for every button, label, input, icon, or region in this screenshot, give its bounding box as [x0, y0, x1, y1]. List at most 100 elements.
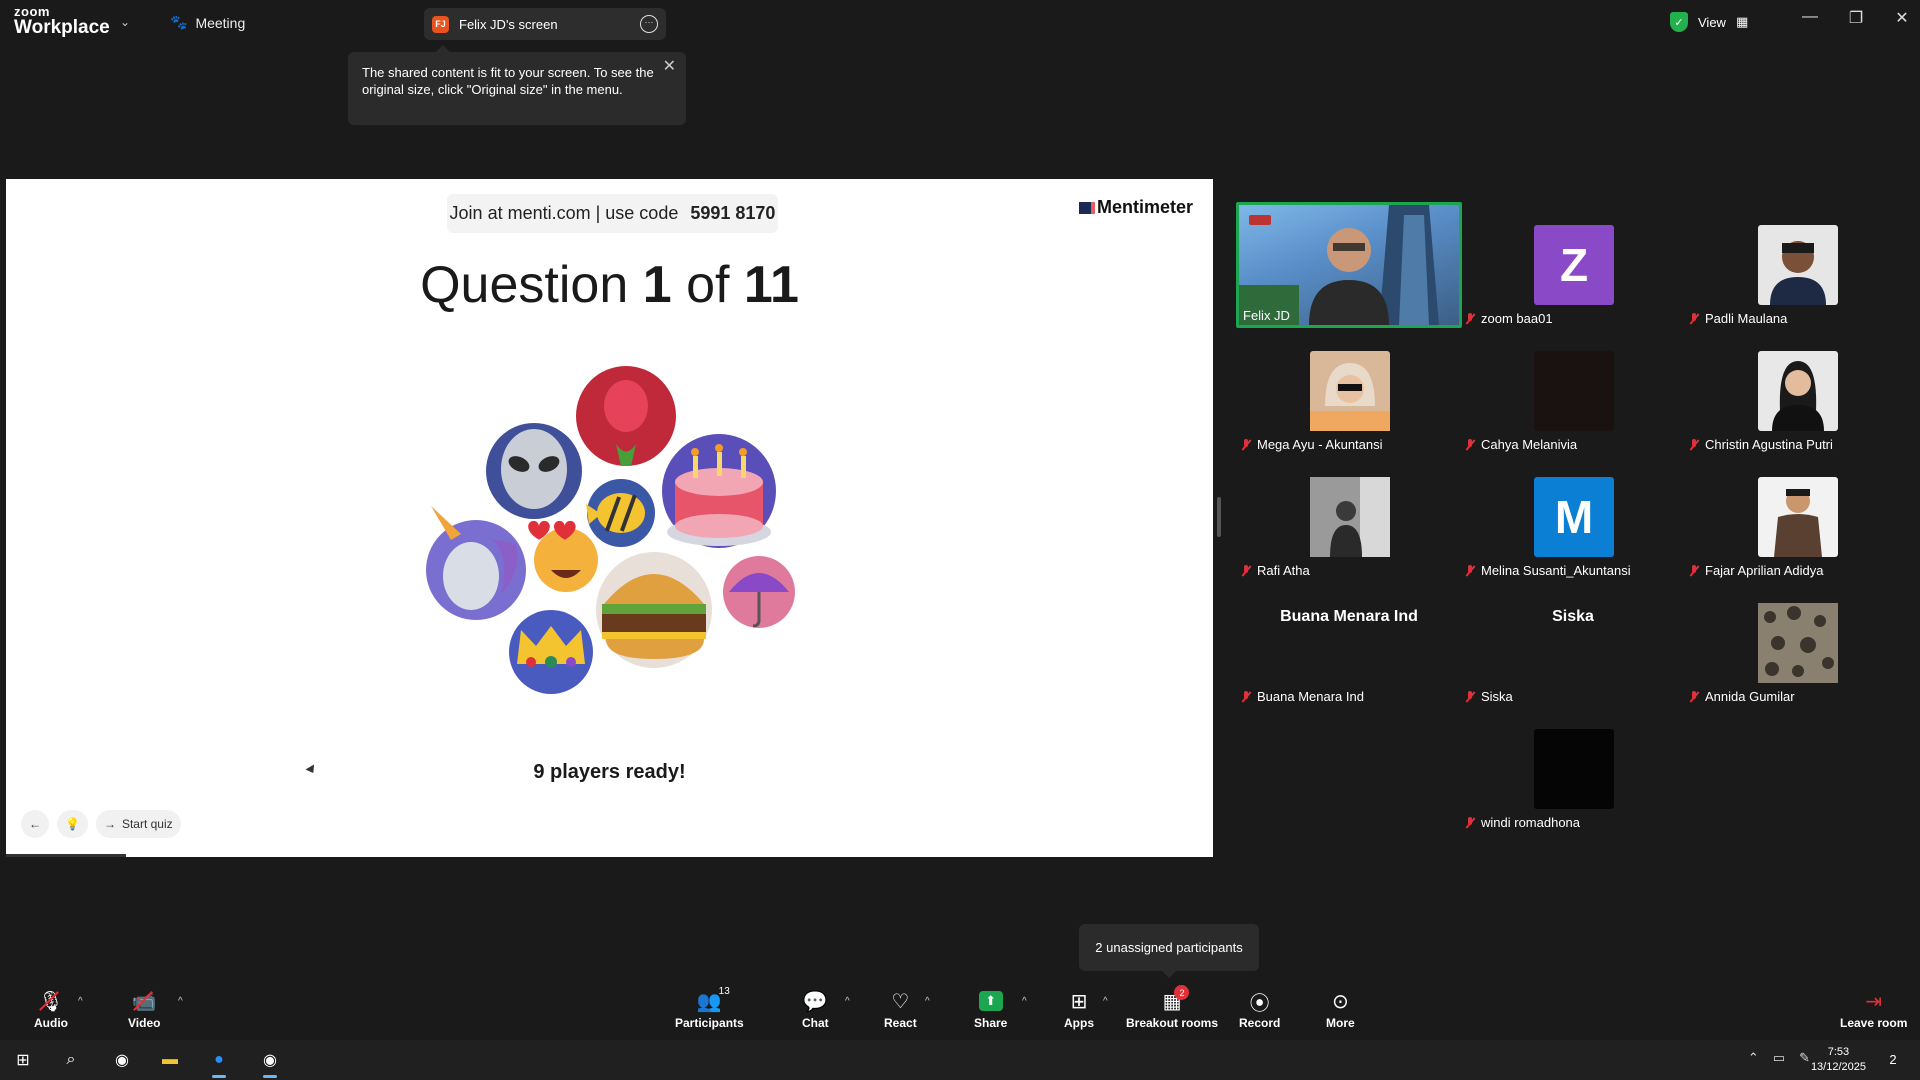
tile-label: Padli Maulana: [1688, 311, 1787, 326]
pen-icon[interactable]: ✎: [1799, 1050, 1810, 1066]
search-icon[interactable]: ⌕: [56, 1046, 86, 1074]
video-tile-siska[interactable]: Siska Siska: [1460, 580, 1686, 706]
close-icon[interactable]: ✕: [663, 58, 676, 75]
record-icon: ⦿: [1249, 992, 1270, 1015]
participant-name: Fajar Aprilian Adidya: [1705, 563, 1824, 578]
participant-name: Annida Gumilar: [1705, 689, 1795, 704]
avatar: [1534, 351, 1614, 431]
tile-label: Buana Menara Ind: [1240, 689, 1364, 704]
participants-button[interactable]: 👥 13 Participants: [675, 986, 744, 1030]
react-label: React: [884, 1016, 917, 1030]
view-label: View: [1698, 14, 1726, 30]
video-tile-annida-gumilar[interactable]: Annida Gumilar: [1684, 580, 1910, 706]
back-arrow-icon[interactable]: ←: [21, 810, 49, 838]
more-button[interactable]: ⊙ More: [1326, 988, 1355, 1031]
participants-icon: 👥 13: [696, 986, 730, 1013]
video-tile-zoom-baa01[interactable]: Z zoom baa01: [1460, 202, 1686, 328]
tile-label: Christin Agustina Putri: [1688, 437, 1833, 452]
tile-label: Siska: [1464, 689, 1513, 704]
file-explorer-icon[interactable]: ▬: [155, 1046, 185, 1074]
share-options-chevron-icon[interactable]: ^: [1022, 996, 1027, 1007]
windows-start-icon[interactable]: ⊞: [8, 1046, 38, 1074]
profile-photo: [1772, 361, 1824, 431]
apps-button[interactable]: ⊞ Apps: [1064, 988, 1094, 1031]
camera-off-icon: 📹: [131, 990, 157, 1013]
tile-label: windi romadhona: [1464, 815, 1580, 830]
zoom-app-icon[interactable]: ●: [204, 1046, 234, 1078]
minimize-icon[interactable]: —: [1802, 8, 1818, 28]
video-tile-rafi-atha[interactable]: Rafi Atha: [1236, 454, 1462, 580]
fit-screen-notice: The shared content is fit to your screen…: [348, 45, 686, 125]
video-tile-padli-maulana[interactable]: Padli Maulana: [1684, 202, 1910, 328]
tile-label: Cahya Melanivia: [1464, 437, 1577, 452]
chat-options-chevron-icon[interactable]: ^: [845, 996, 850, 1007]
join-code: 5991 8170: [690, 203, 776, 223]
heart-icon: ♡: [891, 990, 910, 1013]
title-bar: zoom Workplace ⌄ 🐾 Meeting FJ Felix JD's…: [0, 0, 1920, 45]
leave-label: Leave room: [1840, 1016, 1908, 1030]
chrome-window-icon[interactable]: ◉: [255, 1046, 285, 1078]
meeting-tab[interactable]: 🐾 Meeting: [170, 14, 245, 31]
record-button[interactable]: ⦿ Record: [1239, 988, 1280, 1031]
show-hidden-icons-chevron-icon[interactable]: ⌃: [1748, 1050, 1759, 1066]
video-tile-cahya-melanivia[interactable]: Cahya Melanivia: [1460, 328, 1686, 454]
network-icon[interactable]: ▭: [1773, 1050, 1785, 1066]
participant-name: Cahya Melanivia: [1481, 437, 1578, 452]
audio-button[interactable]: 🎙 Audio: [34, 988, 68, 1031]
more-options-icon[interactable]: ···: [640, 15, 658, 33]
question-title: Question 1 of 11: [6, 255, 1213, 315]
notification-center-icon[interactable]: 2: [1882, 1048, 1904, 1070]
breakout-label: Breakout rooms: [1126, 1016, 1219, 1030]
slide-progress: [6, 854, 126, 857]
start-quiz-button[interactable]: → Start quiz: [95, 810, 181, 838]
mic-muted-icon: [1688, 438, 1700, 451]
video-tile-christin-agustina-putri[interactable]: Christin Agustina Putri: [1684, 328, 1910, 454]
chat-button[interactable]: 💬 Chat: [802, 988, 829, 1031]
question-number: 1: [642, 256, 672, 314]
restore-icon[interactable]: ❐: [1848, 8, 1864, 28]
apps-options-chevron-icon[interactable]: ^: [1103, 996, 1108, 1007]
display-name: Buana Menara Ind: [1280, 608, 1418, 625]
video-tile-windi-romadhona[interactable]: windi romadhona: [1460, 706, 1686, 832]
video-button[interactable]: 📹 Video: [128, 988, 160, 1031]
audio-options-chevron-icon[interactable]: ^: [78, 996, 83, 1007]
react-button[interactable]: ♡ React: [884, 988, 917, 1031]
shared-screen-tab[interactable]: FJ Felix JD's screen ···: [424, 8, 666, 40]
participant-video: [1239, 205, 1439, 325]
split-resize-handle[interactable]: [1217, 497, 1221, 537]
tile-label: Rafi Atha: [1240, 563, 1310, 578]
tile-label: zoom baa01: [1464, 311, 1553, 326]
mic-muted-icon: [1240, 564, 1252, 577]
video-tile-fajar-aprilian-adidya[interactable]: Fajar Aprilian Adidya: [1684, 454, 1910, 580]
close-icon[interactable]: ✕: [1894, 8, 1910, 28]
share-button[interactable]: ⬆ Share: [974, 988, 1007, 1030]
video-tile-felix-jd[interactable]: Felix JD: [1236, 202, 1462, 328]
taskbar-clock[interactable]: 7:53 13/12/2025: [1811, 1045, 1866, 1075]
participant-name: Buana Menara Ind: [1257, 689, 1364, 704]
chat-label: Chat: [802, 1016, 829, 1030]
profile-photo: [1310, 363, 1390, 431]
start-quiz-label: Start quiz: [121, 817, 173, 831]
video-tile-mega-ayu[interactable]: Mega Ayu - Akuntansi: [1236, 328, 1462, 454]
video-options-chevron-icon[interactable]: ^: [178, 996, 183, 1007]
participant-name: windi romadhona: [1481, 815, 1581, 830]
lightbulb-icon[interactable]: 💡: [57, 810, 88, 838]
audio-label: Audio: [34, 1016, 68, 1030]
view-button[interactable]: ✓ View ▦: [1670, 9, 1748, 35]
more-dots-icon: ⊙: [1331, 990, 1349, 1013]
mic-muted-icon: [1240, 690, 1252, 703]
clock-date: 13/12/2025: [1810, 1061, 1866, 1073]
chevron-down-icon[interactable]: ⌄: [120, 15, 130, 29]
leave-room-icon: ⇥: [1865, 990, 1883, 1013]
presenter-controls: ← 💡 → Start quiz: [21, 810, 181, 838]
leave-room-button[interactable]: ⇥ Leave room: [1840, 988, 1908, 1031]
share-label: Share: [974, 1016, 1008, 1030]
react-options-chevron-icon[interactable]: ^: [925, 996, 930, 1007]
breakout-rooms-button[interactable]: ▦ 2 Breakout rooms: [1126, 985, 1219, 1030]
chrome-icon[interactable]: ◉: [107, 1046, 137, 1074]
video-tile-buana-menara-ind[interactable]: Buana Menara Ind Buana Menara Ind: [1236, 580, 1462, 706]
shared-screen[interactable]: Join at menti.com | use code 5991 8170 M…: [6, 179, 1213, 857]
zoom-workplace-logo[interactable]: zoom Workplace: [14, 5, 110, 37]
video-tile-melina-susanti[interactable]: M Melina Susanti_Akuntansi: [1460, 454, 1686, 580]
breakout-rooms-icon: ▦ 2: [1163, 985, 1190, 1014]
